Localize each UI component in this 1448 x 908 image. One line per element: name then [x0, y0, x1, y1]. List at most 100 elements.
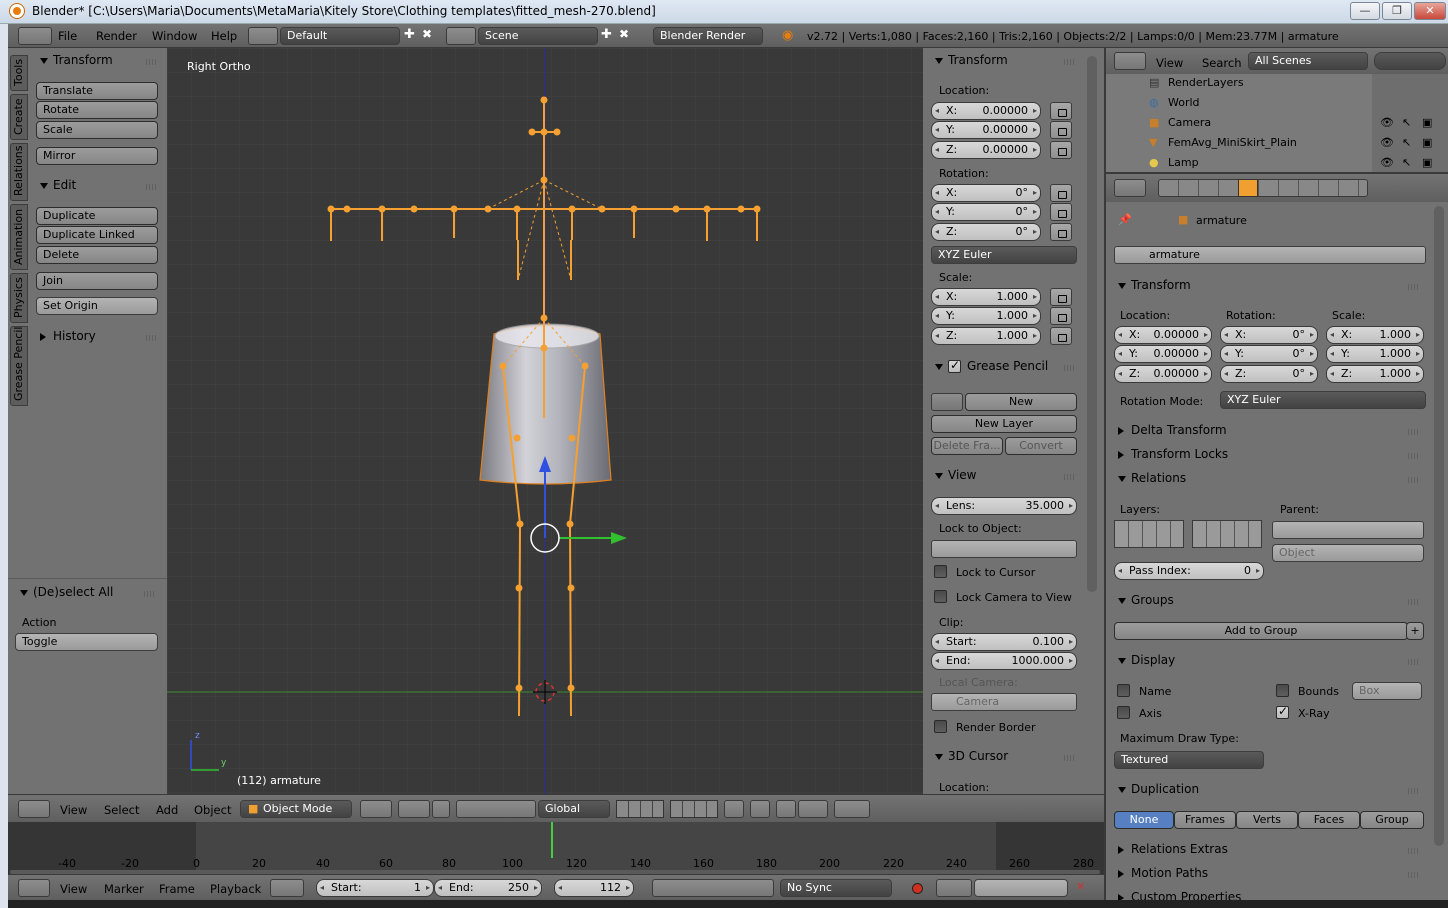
menu-window[interactable]: Window [152, 29, 197, 43]
dup-frames-button[interactable]: Frames [1174, 811, 1236, 829]
keying-set-field[interactable] [974, 879, 1068, 897]
render-camera-icon[interactable]: ▣ [1422, 136, 1432, 149]
tab-create[interactable]: Create [10, 94, 28, 140]
outliner-menu-view[interactable]: View [1156, 56, 1183, 70]
select-arrow-icon[interactable]: ↖ [1402, 136, 1411, 149]
viewport-shading-icon[interactable] [360, 800, 392, 818]
scene-layers-left[interactable] [616, 800, 664, 818]
current-frame-field[interactable]: 112 [554, 879, 634, 897]
outliner-item-lamp[interactable]: Lamp [1168, 156, 1199, 169]
parent-type-dropdown[interactable]: Object [1272, 544, 1424, 562]
lock-location-x-icon[interactable] [1050, 102, 1072, 120]
properties-editor-type-icon[interactable] [1114, 179, 1146, 197]
lock-to-cursor-checkbox[interactable] [934, 565, 947, 578]
props-location-z[interactable]: Z:0.00000 [1114, 365, 1212, 383]
3d-menu-add[interactable]: Add [156, 803, 178, 817]
lock-scale-z-icon[interactable] [1050, 327, 1072, 345]
n-location-x[interactable]: X:0.00000 [931, 102, 1041, 120]
n-scale-y[interactable]: Y:1.000 [931, 307, 1041, 325]
n-panel-scrollbar[interactable] [1087, 56, 1097, 592]
n-transform-header[interactable]: Transform [935, 53, 1008, 67]
orientation-dropdown[interactable]: Global [538, 800, 610, 818]
n-rotation-mode-dropdown[interactable]: XYZ Euler [931, 246, 1077, 264]
gp-new-button[interactable]: New [965, 393, 1077, 411]
duplicate-button[interactable]: Duplicate [36, 207, 158, 225]
timeline[interactable] [8, 822, 1104, 874]
outliner-menu-search[interactable]: Search [1202, 56, 1242, 70]
3d-menu-view[interactable]: View [60, 803, 87, 817]
outliner-item-world[interactable]: World [1168, 96, 1200, 109]
rotate-button[interactable]: Rotate [36, 101, 158, 119]
gp-convert-button[interactable]: Convert [1005, 437, 1077, 455]
proportional-edit-icon[interactable] [750, 800, 770, 818]
tab-animation[interactable]: Animation [10, 204, 28, 270]
object-context-tab[interactable] [1238, 179, 1258, 197]
snap-element-icon[interactable] [798, 800, 828, 818]
lens-field[interactable]: Lens:35.000 [931, 497, 1077, 515]
display-name-checkbox[interactable] [1117, 684, 1130, 697]
timeline-menu-marker[interactable]: Marker [104, 882, 144, 896]
end-frame-field[interactable]: End:250 [434, 879, 542, 897]
current-frame-line[interactable] [551, 822, 553, 858]
select-arrow-icon[interactable]: ↖ [1402, 116, 1411, 129]
select-arrow-icon[interactable]: ↖ [1402, 156, 1411, 169]
outliner-item-camera[interactable]: Camera [1168, 116, 1211, 129]
set-origin-dropdown[interactable]: Set Origin [36, 297, 158, 315]
record-icon[interactable] [912, 883, 923, 894]
view-panel-header[interactable]: View [935, 468, 976, 482]
history-panel-header[interactable]: History [40, 329, 96, 343]
properties-scrollbar[interactable] [1434, 206, 1444, 846]
deselect-all-header[interactable]: (De)select All [20, 585, 113, 599]
parent-field[interactable] [1272, 521, 1424, 539]
eye-icon[interactable]: 👁 [1380, 156, 1394, 169]
relations-header[interactable]: Relations [1118, 471, 1186, 485]
duplicate-linked-button[interactable]: Duplicate Linked [36, 226, 158, 244]
outliner-search-field[interactable] [1374, 52, 1446, 70]
outliner-item-mesh[interactable]: FemAvg_MiniSkirt_Plain [1168, 136, 1297, 149]
maximize-button[interactable]: ❐ [1382, 2, 1412, 20]
render-preview-icon[interactable] [834, 800, 870, 818]
render-engine-selector[interactable]: Blender Render [653, 27, 763, 45]
n-rotation-z[interactable]: Z:0° [931, 223, 1041, 241]
props-scale-z[interactable]: Z:1.000 [1326, 365, 1424, 383]
close-button[interactable]: ✕ [1414, 2, 1446, 20]
display-xray-checkbox[interactable] [1276, 704, 1289, 719]
bounds-type-dropdown[interactable]: Box [1352, 682, 1422, 700]
minimize-button[interactable]: — [1350, 2, 1380, 20]
render-camera-icon[interactable]: ▣ [1422, 156, 1432, 169]
add-layout-icon[interactable]: ✚ [404, 27, 415, 42]
playback-controls[interactable] [652, 879, 774, 897]
timeline-menu-playback[interactable]: Playback [210, 882, 261, 896]
layers-grid-right[interactable] [1192, 520, 1262, 548]
menu-render[interactable]: Render [96, 29, 137, 43]
clip-end-field[interactable]: End:1000.000 [931, 652, 1077, 670]
gp-delete-frame-button[interactable]: Delete Fra... [931, 437, 1003, 455]
sync-dropdown[interactable]: No Sync [780, 879, 892, 897]
dup-none-button[interactable]: None [1114, 811, 1174, 829]
props-rotation-x[interactable]: X:0° [1220, 326, 1318, 344]
props-location-y[interactable]: Y:0.00000 [1114, 345, 1212, 363]
props-location-x[interactable]: X:0.00000 [1114, 326, 1212, 344]
props-transform-header[interactable]: Transform [1118, 278, 1191, 292]
join-button[interactable]: Join [36, 272, 158, 290]
add-to-group-button[interactable]: Add to Group [1114, 622, 1408, 640]
remove-layout-icon[interactable]: ✖ [422, 27, 432, 41]
outliner-display-dropdown[interactable]: All Scenes [1248, 52, 1368, 70]
lock-rotation-y-icon[interactable] [1050, 203, 1072, 221]
3d-menu-select[interactable]: Select [104, 803, 139, 817]
tab-tools[interactable]: Tools [10, 55, 28, 91]
lock-location-y-icon[interactable] [1050, 121, 1072, 139]
n-scale-x[interactable]: X:1.000 [931, 288, 1041, 306]
scale-button[interactable]: Scale [36, 121, 158, 139]
scene-selector[interactable]: Scene [478, 27, 598, 45]
3d-cursor-header[interactable]: 3D Cursor [935, 749, 1008, 763]
grease-pencil-header[interactable]: Grease Pencil [935, 358, 1048, 373]
dup-verts-button[interactable]: Verts [1236, 811, 1298, 829]
lock-camera-checkbox[interactable] [934, 590, 947, 603]
start-frame-field[interactable]: Start:1 [316, 879, 434, 897]
keying-set-icon[interactable] [936, 879, 972, 897]
lock-scale-y-icon[interactable] [1050, 307, 1072, 325]
n-rotation-x[interactable]: X:0° [931, 184, 1041, 202]
gp-new-layer-button[interactable]: New Layer [931, 415, 1077, 433]
outliner-item-renderlayers[interactable]: RenderLayers [1168, 76, 1244, 89]
